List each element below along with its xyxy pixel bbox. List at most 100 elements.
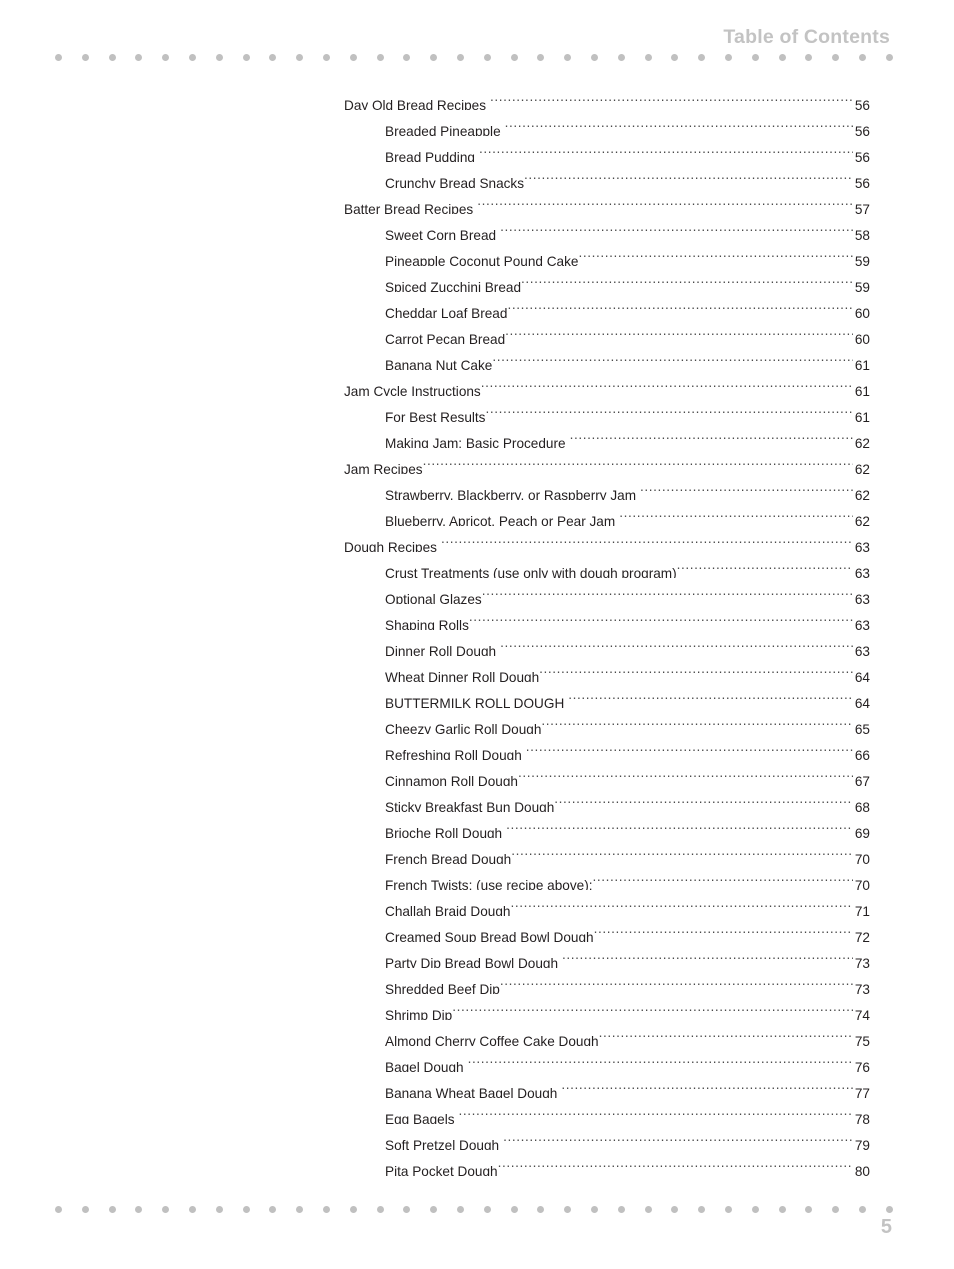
toc-dot-leader: [459, 1098, 853, 1124]
toc-entry-page-number: 60: [854, 306, 870, 318]
toc-dot-leader: [490, 84, 853, 110]
toc-entry-label: Optional Glazes: [385, 592, 482, 604]
decorative-dot: [456, 53, 464, 61]
toc-entry[interactable]: Banana Wheat Bagel Dough 77: [344, 1072, 870, 1098]
toc-entry[interactable]: Pita Pocket Dough 80: [344, 1150, 870, 1176]
toc-entry-label: Day Old Bread Recipes: [344, 98, 487, 110]
toc-entry[interactable]: Cheezy Garlic Roll Dough 65: [344, 708, 870, 734]
decorative-dot: [349, 1205, 357, 1213]
toc-entry[interactable]: Wheat Dinner Roll Dough 64: [344, 656, 870, 682]
toc-entry[interactable]: Banana Nut Cake 61: [344, 344, 870, 370]
toc-entry-label: Sticky Breakfast Bun Dough: [385, 800, 555, 812]
toc-entry[interactable]: Sweet Corn Bread 58: [344, 214, 870, 240]
decorative-dot: [81, 53, 89, 61]
toc-entry[interactable]: Cinnamon Roll Dough 67: [344, 760, 870, 786]
toc-entry[interactable]: Dinner Roll Dough 63: [344, 630, 870, 656]
toc-entry[interactable]: Creamed Soup Bread Bowl Dough 72: [344, 916, 870, 942]
decorative-dot: [671, 1205, 679, 1213]
toc-entry[interactable]: Challah Braid Dough 71: [344, 890, 870, 916]
toc-entry-label: Cinnamon Roll Dough: [385, 774, 518, 786]
decorative-dot: [215, 1205, 223, 1213]
toc-entry[interactable]: Soft Pretzel Dough 79: [344, 1124, 870, 1150]
toc-entry[interactable]: For Best Results 61: [344, 396, 870, 422]
toc-entry[interactable]: Optional Glazes 63: [344, 578, 870, 604]
decorative-dot: [778, 53, 786, 61]
toc-entry[interactable]: Shaping Rolls 63: [344, 604, 870, 630]
decorative-dot: [55, 1205, 62, 1213]
toc-entry-label: Wheat Dinner Roll Dough: [385, 670, 540, 682]
toc-entry[interactable]: Cheddar Loaf Bread 60: [344, 292, 870, 318]
toc-entry-page-number: 61: [854, 410, 870, 422]
toc-dot-leader: [561, 1072, 853, 1098]
toc-entry-page-number: 61: [854, 384, 870, 396]
decorative-dot-rule-top: [55, 53, 893, 61]
toc-entry[interactable]: French Twists: (use recipe above): 70: [344, 864, 870, 890]
toc-entry[interactable]: Crunchy Bread Snacks 56: [344, 162, 870, 188]
toc-entry-page-number: 62: [854, 462, 870, 474]
toc-entry[interactable]: Breaded Pineapple 56: [344, 110, 870, 136]
toc-dot-leader: [500, 968, 853, 994]
toc-entry-page-number: 61: [854, 358, 870, 370]
toc-dot-leader: [507, 292, 853, 318]
toc-entry-label: Making Jam: Basic Procedure: [385, 436, 566, 448]
toc-entry-label: Soft Pretzel Dough: [385, 1138, 500, 1150]
toc-entry[interactable]: Bread Pudding 56: [344, 136, 870, 162]
toc-entry-label: Crust Treatments (use only with dough pr…: [385, 566, 677, 578]
toc-entry[interactable]: Batter Bread Recipes 57: [344, 188, 870, 214]
toc-dot-leader: [500, 214, 853, 240]
toc-entry[interactable]: Carrot Pecan Bread 60: [344, 318, 870, 344]
toc-entry-page-number: 62: [854, 514, 870, 526]
decorative-dot: [376, 1205, 384, 1213]
footer-page-number: 5: [880, 1216, 892, 1238]
decorative-dot: [322, 1205, 330, 1213]
toc-dot-leader: [498, 1150, 853, 1176]
toc-entry-page-number: 73: [854, 956, 870, 968]
toc-page: Table of Contents Day Old Bread Recipes 5…: [0, 0, 954, 1269]
toc-entry[interactable]: Party Dip Bread Bowl Dough 73: [344, 942, 870, 968]
toc-entry[interactable]: Refreshing Roll Dough 66: [344, 734, 870, 760]
toc-entry-page-number: 70: [854, 852, 870, 864]
toc-entry[interactable]: Spiced Zucchini Bread 59: [344, 266, 870, 292]
toc-entry-label: French Twists: (use recipe above):: [385, 878, 593, 890]
toc-entry[interactable]: Strawberry, Blackberry, or Raspberry Jam…: [344, 474, 870, 500]
toc-entry-page-number: 76: [854, 1060, 870, 1072]
toc-entry[interactable]: Jam Recipes 62: [344, 448, 870, 474]
toc-entry-page-number: 63: [854, 592, 870, 604]
toc-dot-leader: [511, 838, 853, 864]
toc-entry[interactable]: Day Old Bread Recipes 56: [344, 84, 870, 110]
toc-entry[interactable]: Pineapple Coconut Pound Cake 59: [344, 240, 870, 266]
toc-entry[interactable]: Making Jam: Basic Procedure 62: [344, 422, 870, 448]
toc-entry-label: Shaping Rolls: [385, 618, 469, 630]
decorative-dot: [188, 53, 196, 61]
toc-entry[interactable]: Jam Cycle Instructions 61: [344, 370, 870, 396]
toc-dot-leader: [423, 448, 853, 474]
toc-dot-leader: [518, 760, 853, 786]
toc-entry[interactable]: Shredded Beef Dip 73: [344, 968, 870, 994]
toc-entry[interactable]: Crust Treatments (use only with dough pr…: [344, 552, 870, 578]
decorative-dot: [858, 53, 866, 61]
toc-entry[interactable]: French Bread Dough 70: [344, 838, 870, 864]
toc-entry-label: Dinner Roll Dough: [385, 644, 497, 656]
decorative-dot: [135, 1205, 143, 1213]
toc-entry[interactable]: Sticky Breakfast Bun Dough 68: [344, 786, 870, 812]
decorative-dot: [564, 53, 572, 61]
page-header: Table of Contents: [0, 26, 954, 52]
toc-entry-page-number: 63: [854, 618, 870, 630]
toc-entry[interactable]: Brioche Roll Dough 69: [344, 812, 870, 838]
toc-entry[interactable]: BUTTERMILK ROLL DOUGH 64: [344, 682, 870, 708]
toc-entry[interactable]: Shrimp Dip 74: [344, 994, 870, 1020]
toc-entry[interactable]: Almond Cherry Coffee Cake Dough 75: [344, 1020, 870, 1046]
toc-entry[interactable]: Blueberry, Apricot, Peach or Pear Jam 62: [344, 500, 870, 526]
decorative-dot: [430, 53, 438, 61]
toc-entry-page-number: 68: [854, 800, 870, 812]
toc-entry-label: Brioche Roll Dough: [385, 826, 503, 838]
toc-entry[interactable]: Egg Bagels 78: [344, 1098, 870, 1124]
toc-entry-label: Spiced Zucchini Bread: [385, 280, 522, 292]
toc-entry-page-number: 71: [854, 904, 870, 916]
toc-dot-leader: [492, 344, 853, 370]
toc-entry-page-number: 77: [854, 1086, 870, 1098]
toc-entry[interactable]: Dough Recipes 63: [344, 526, 870, 552]
decorative-dot: [456, 1205, 464, 1213]
toc-entry[interactable]: Bagel Dough 76: [344, 1046, 870, 1072]
toc-entry-page-number: 75: [854, 1034, 870, 1046]
